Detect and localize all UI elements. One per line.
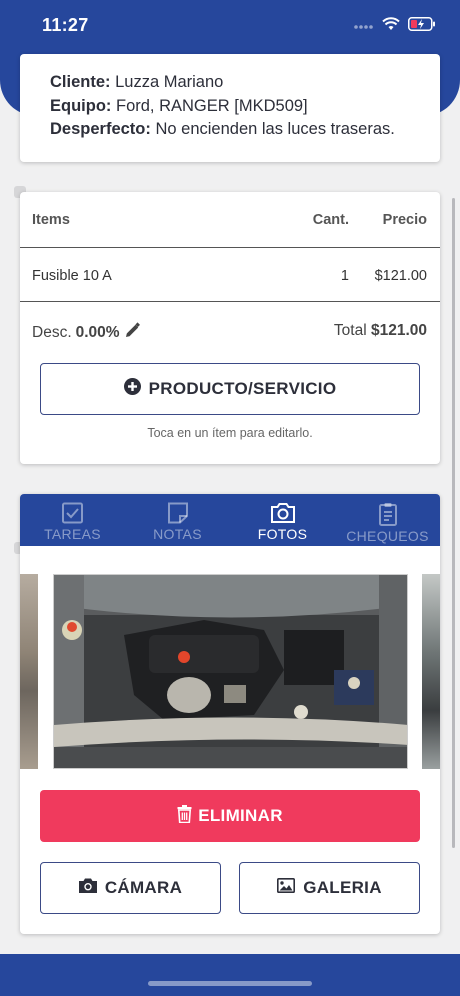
header-qty: Cant. [312, 212, 349, 228]
add-product-service-button[interactable]: PRODUCTO/SERVICIO [40, 363, 420, 415]
item-price: $121.00 [374, 268, 427, 284]
engine-photo[interactable] [53, 574, 408, 769]
plus-circle-icon [123, 378, 141, 400]
tab-tareas[interactable]: TAREAS [20, 494, 125, 546]
camera-button[interactable]: CÁMARA [40, 862, 221, 914]
client-value: Luzza Mariano [115, 73, 224, 91]
table-row[interactable]: Fusible 10 A 1 $121.00 [20, 248, 440, 302]
equipment-line: Equipo: Ford, RANGER [MKD509] [50, 95, 440, 119]
status-icons [354, 17, 436, 36]
item-qty: 1 [340, 268, 349, 284]
total-label: Total [333, 322, 367, 339]
tab-label: TAREAS [44, 526, 101, 542]
discount-control[interactable]: Desc. 0.00% [32, 322, 141, 344]
items-summary: Desc. 0.00% Total $121.00 [20, 320, 440, 344]
camera-icon [270, 502, 296, 526]
delete-photo-label: ELIMINAR [198, 806, 283, 825]
status-time: 11:27 [42, 15, 89, 35]
discount-value: 0.00% [75, 324, 120, 341]
item-name: Fusible 10 A [32, 268, 112, 284]
camera-label: CÁMARA [104, 878, 183, 897]
items-table-header: Items Cant. Precio [20, 192, 440, 248]
image-icon [277, 878, 296, 898]
wifi-icon [382, 17, 400, 36]
tab-bar: TAREAS NOTAS FOTOS CHEQUEOS [20, 494, 440, 546]
tab-fotos[interactable]: FOTOS [230, 494, 335, 546]
issue-line: Desperfecto: No encienden las luces tras… [50, 118, 440, 142]
tab-notas[interactable]: NOTAS [125, 494, 230, 546]
total-value: $121.00 [370, 322, 427, 339]
clipboard-icon [376, 502, 400, 528]
delete-photo-button[interactable]: ELIMINAR [40, 790, 420, 842]
add-product-service-label: PRODUCTO/SERVICIO [148, 379, 337, 398]
camera-icon [78, 878, 97, 898]
engine-photo-image [54, 575, 407, 768]
tab-label: CHEQUEOS [346, 528, 429, 544]
gallery-button[interactable]: GALERIA [239, 862, 420, 914]
checkbox-icon [61, 502, 85, 526]
scrollbar[interactable] [452, 198, 455, 848]
equipment-value: Ford, RANGER [MKD509] [116, 96, 308, 115]
home-indicator[interactable] [148, 981, 312, 986]
photo-carousel[interactable] [20, 574, 440, 769]
client-label: Cliente: [50, 73, 111, 91]
previous-photo[interactable] [20, 574, 38, 769]
order-info-card: Cliente: Luzza Mariano Equipo: Ford, RAN… [20, 54, 440, 162]
next-photo[interactable] [422, 574, 440, 769]
client-line: Cliente: Luzza Mariano [50, 71, 440, 95]
battery-icon [408, 17, 436, 36]
tab-label: FOTOS [257, 526, 308, 542]
issue-value: No encienden las luces traseras. [155, 120, 395, 138]
trash-icon [177, 804, 192, 828]
signal-icon [354, 18, 374, 36]
details-tabs-card: TAREAS NOTAS FOTOS CHEQUEOS ELIMINAR CÁM… [20, 494, 440, 934]
pencil-icon [124, 322, 141, 344]
gallery-label: GALERIA [303, 878, 382, 897]
equipment-label: Equipo: [50, 96, 112, 115]
items-card: Items Cant. Precio Fusible 10 A 1 $121.0… [20, 192, 440, 464]
issue-label: Desperfecto: [50, 120, 151, 138]
header-items: Items [32, 212, 70, 228]
tab-label: NOTAS [153, 526, 202, 542]
edit-hint: Toca en un ítem para editarlo. [147, 426, 313, 440]
tab-chequeos[interactable]: CHEQUEOS [335, 494, 440, 546]
note-icon [166, 502, 190, 526]
total-display: Total $121.00 [334, 322, 427, 340]
discount-label: Desc. [32, 324, 72, 341]
header-price: Precio [382, 212, 427, 228]
bottom-bar [0, 954, 460, 996]
status-bar: 11:27 [0, 0, 460, 54]
